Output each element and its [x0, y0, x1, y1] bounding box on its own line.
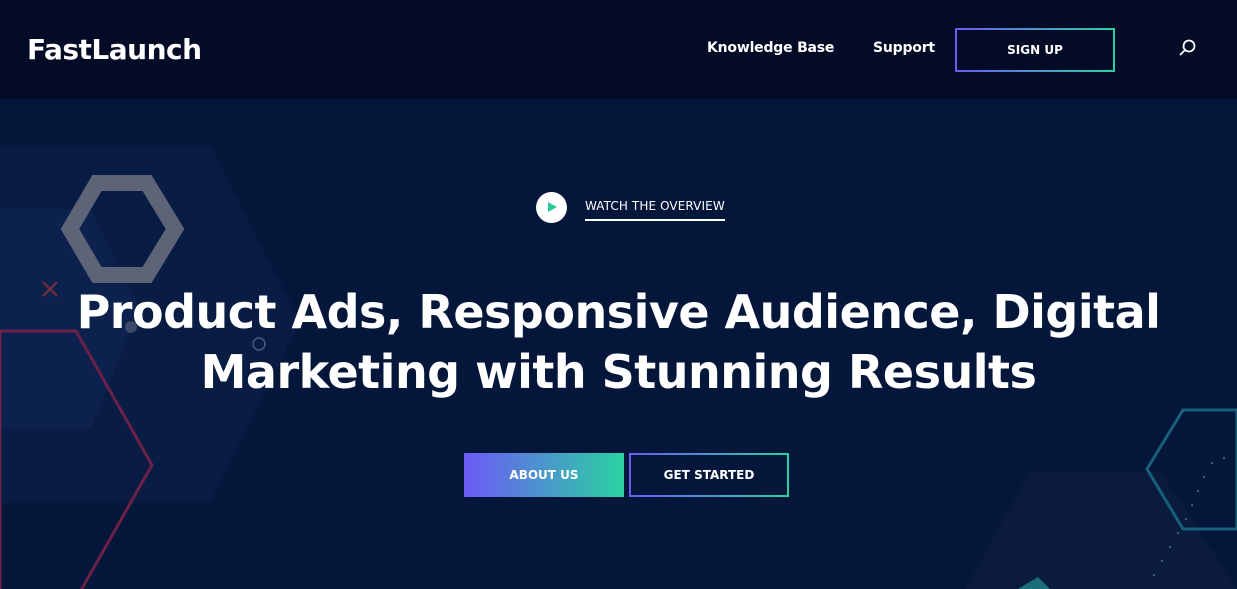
- headline-line-1: Product Ads, Responsive Audience, Digita…: [76, 285, 1161, 339]
- search-icon[interactable]: [1178, 38, 1198, 58]
- about-us-button[interactable]: ABOUT US: [464, 453, 624, 497]
- headline-line-2: Marketing with Stunning Results: [200, 345, 1037, 399]
- sign-up-button[interactable]: SIGN UP: [955, 28, 1115, 72]
- hero-headline: Product Ads, Responsive Audience, Digita…: [0, 282, 1237, 402]
- nav-support[interactable]: Support: [873, 40, 935, 56]
- play-icon[interactable]: [536, 191, 567, 223]
- logo[interactable]: FastLaunch: [27, 33, 202, 66]
- site-header: FastLaunch Knowledge Base Support SIGN U…: [0, 0, 1237, 99]
- get-started-button[interactable]: GET STARTED: [629, 453, 789, 497]
- watch-overview-link[interactable]: WATCH THE OVERVIEW: [536, 191, 725, 223]
- nav-knowledge-base[interactable]: Knowledge Base: [707, 40, 834, 56]
- watch-overview-label[interactable]: WATCH THE OVERVIEW: [585, 199, 725, 221]
- hero-section: WATCH THE OVERVIEW Product Ads, Responsi…: [0, 99, 1237, 589]
